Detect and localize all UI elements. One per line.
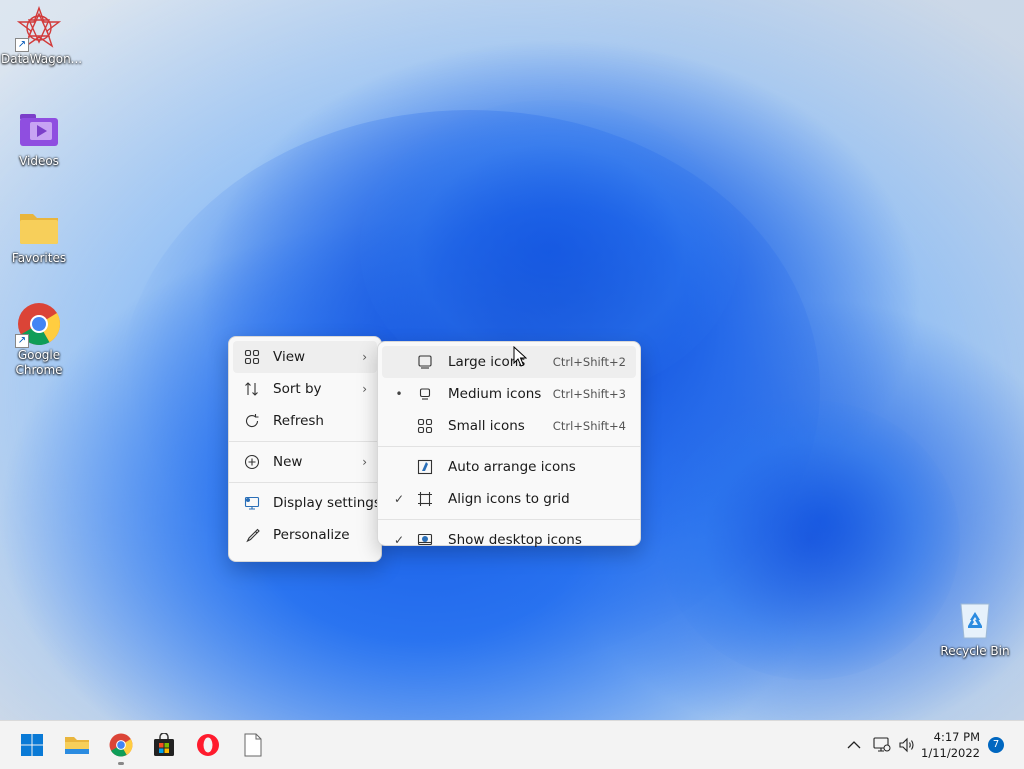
speaker-icon bbox=[899, 737, 914, 753]
menu-separator bbox=[229, 441, 381, 442]
menu-item-label: Auto arrange icons bbox=[448, 459, 576, 475]
shortcut-label: Ctrl+Shift+3 bbox=[552, 387, 626, 401]
chevron-right-icon: › bbox=[362, 382, 367, 396]
menu-item-label: Display settings bbox=[273, 495, 381, 511]
auto-arrange-icon bbox=[414, 459, 436, 475]
refresh-icon bbox=[241, 413, 263, 429]
wallpaper-bloom-right bbox=[660, 400, 960, 680]
store-icon bbox=[154, 733, 174, 756]
menu-item-label: Sort by bbox=[273, 381, 322, 397]
videos-folder-icon bbox=[17, 108, 61, 152]
shortcut-label: Ctrl+Shift+4 bbox=[552, 419, 626, 433]
desktop-icon-label: Videos bbox=[19, 154, 59, 168]
context-menu-item-new[interactable]: New › bbox=[229, 446, 381, 478]
menu-item-label: New bbox=[273, 454, 303, 470]
notification-badge[interactable]: 7 bbox=[988, 737, 1004, 753]
desktop-icon-favorites[interactable]: Favorites bbox=[1, 205, 77, 266]
clock-time: 4:17 PM bbox=[933, 730, 980, 744]
chrome-icon bbox=[109, 733, 133, 757]
context-menu-item-view[interactable]: View › bbox=[233, 341, 377, 373]
taskbar-opera[interactable] bbox=[192, 729, 224, 761]
show-desktop-icon bbox=[414, 532, 436, 548]
menu-separator bbox=[378, 446, 640, 447]
context-menu-item-sort-by[interactable]: Sort by › bbox=[229, 373, 381, 405]
small-icons-icon bbox=[414, 418, 436, 434]
view-submenu-item-show-desktop-icons[interactable]: ✓ Show desktop icons bbox=[378, 524, 640, 556]
chrome-icon: ↗ bbox=[15, 302, 61, 348]
view-submenu-item-auto-arrange[interactable]: Auto arrange icons bbox=[378, 451, 640, 483]
document-icon bbox=[244, 733, 262, 757]
folder-icon bbox=[17, 205, 61, 249]
windows-logo-icon bbox=[21, 734, 43, 756]
mouse-cursor-icon bbox=[513, 345, 528, 372]
taskbar-microsoft-store[interactable] bbox=[148, 729, 180, 761]
menu-separator bbox=[229, 482, 381, 483]
desktop-icon-label: Favorites bbox=[11, 251, 67, 265]
desktop-icon-label: Google Chrome bbox=[15, 348, 63, 377]
start-button[interactable] bbox=[16, 729, 48, 761]
menu-item-label: Personalize bbox=[273, 527, 350, 543]
opera-icon bbox=[197, 734, 219, 756]
view-submenu-item-align-to-grid[interactable]: ✓ Align icons to grid bbox=[378, 483, 640, 515]
clock-date: 1/11/2022 bbox=[921, 746, 980, 760]
taskbar-file-explorer[interactable] bbox=[61, 729, 93, 761]
datawagon-app-icon: ↗ bbox=[15, 5, 62, 52]
menu-separator bbox=[378, 519, 640, 520]
medium-icons-icon bbox=[414, 386, 436, 402]
file-explorer-icon bbox=[65, 737, 89, 754]
taskbar: 4:17 PM 1/11/2022 7 bbox=[0, 720, 1024, 769]
context-menu-item-display-settings[interactable]: Display settings bbox=[229, 487, 381, 519]
sort-icon bbox=[241, 381, 263, 397]
context-menu-item-personalize[interactable]: Personalize bbox=[229, 519, 381, 551]
context-menu-item-refresh[interactable]: Refresh bbox=[229, 405, 381, 437]
check-icon: ✓ bbox=[393, 533, 405, 547]
chevron-up-icon bbox=[847, 741, 861, 749]
view-submenu-item-medium-icons[interactable]: • Medium icons Ctrl+Shift+3 bbox=[378, 378, 640, 410]
desktop-icon-label: DataWagon... bbox=[1, 52, 83, 66]
menu-item-label: Align icons to grid bbox=[448, 491, 570, 507]
network-status-button[interactable] bbox=[868, 729, 896, 761]
chevron-right-icon: › bbox=[362, 455, 367, 469]
shortcut-arrow-icon: ↗ bbox=[15, 38, 29, 52]
volume-button[interactable] bbox=[893, 729, 921, 761]
view-submenu-item-large-icons[interactable]: Large icons Ctrl+Shift+2 bbox=[382, 346, 636, 378]
desktop-icon-chrome[interactable]: ↗ Google Chrome bbox=[1, 302, 77, 378]
taskbar-notepad[interactable] bbox=[237, 729, 269, 761]
grid-icon bbox=[241, 349, 263, 365]
check-icon: ✓ bbox=[393, 492, 405, 506]
view-submenu: Large icons Ctrl+Shift+2 • Medium icons … bbox=[377, 341, 641, 548]
view-submenu-item-small-icons[interactable]: Small icons Ctrl+Shift+4 bbox=[378, 410, 640, 442]
desktop-icon-videos[interactable]: Videos bbox=[1, 108, 77, 169]
brush-icon bbox=[241, 527, 263, 543]
shortcut-label: Ctrl+Shift+2 bbox=[552, 355, 626, 369]
running-indicator bbox=[118, 762, 124, 765]
menu-item-label: View bbox=[273, 349, 306, 365]
network-icon bbox=[873, 737, 891, 752]
align-grid-icon bbox=[414, 491, 436, 507]
selection-mark: • bbox=[395, 387, 403, 401]
show-hidden-icons-button[interactable] bbox=[839, 729, 869, 761]
desktop-context-menu: View › Sort by › Refresh New › Display s… bbox=[228, 336, 382, 562]
desktop-icon-datawagon[interactable]: ↗ DataWagon... bbox=[1, 5, 83, 67]
display-icon bbox=[241, 495, 263, 511]
taskbar-chrome[interactable] bbox=[105, 729, 137, 765]
menu-item-label: Medium icons bbox=[448, 386, 542, 402]
menu-item-label: Show desktop icons bbox=[448, 532, 582, 548]
shortcut-arrow-icon: ↗ bbox=[15, 334, 29, 348]
large-icons-icon bbox=[414, 354, 436, 370]
plus-circle-icon bbox=[241, 454, 263, 470]
menu-item-label: Refresh bbox=[273, 413, 324, 429]
desktop-icon-label: Recycle Bin bbox=[940, 644, 1010, 658]
desktop-icon-recycle-bin[interactable]: Recycle Bin bbox=[937, 598, 1013, 659]
chevron-right-icon: › bbox=[362, 350, 367, 364]
recycle-bin-icon bbox=[953, 598, 997, 642]
menu-item-label: Small icons bbox=[448, 418, 525, 434]
clock-button[interactable]: 4:17 PM 1/11/2022 bbox=[921, 728, 982, 762]
